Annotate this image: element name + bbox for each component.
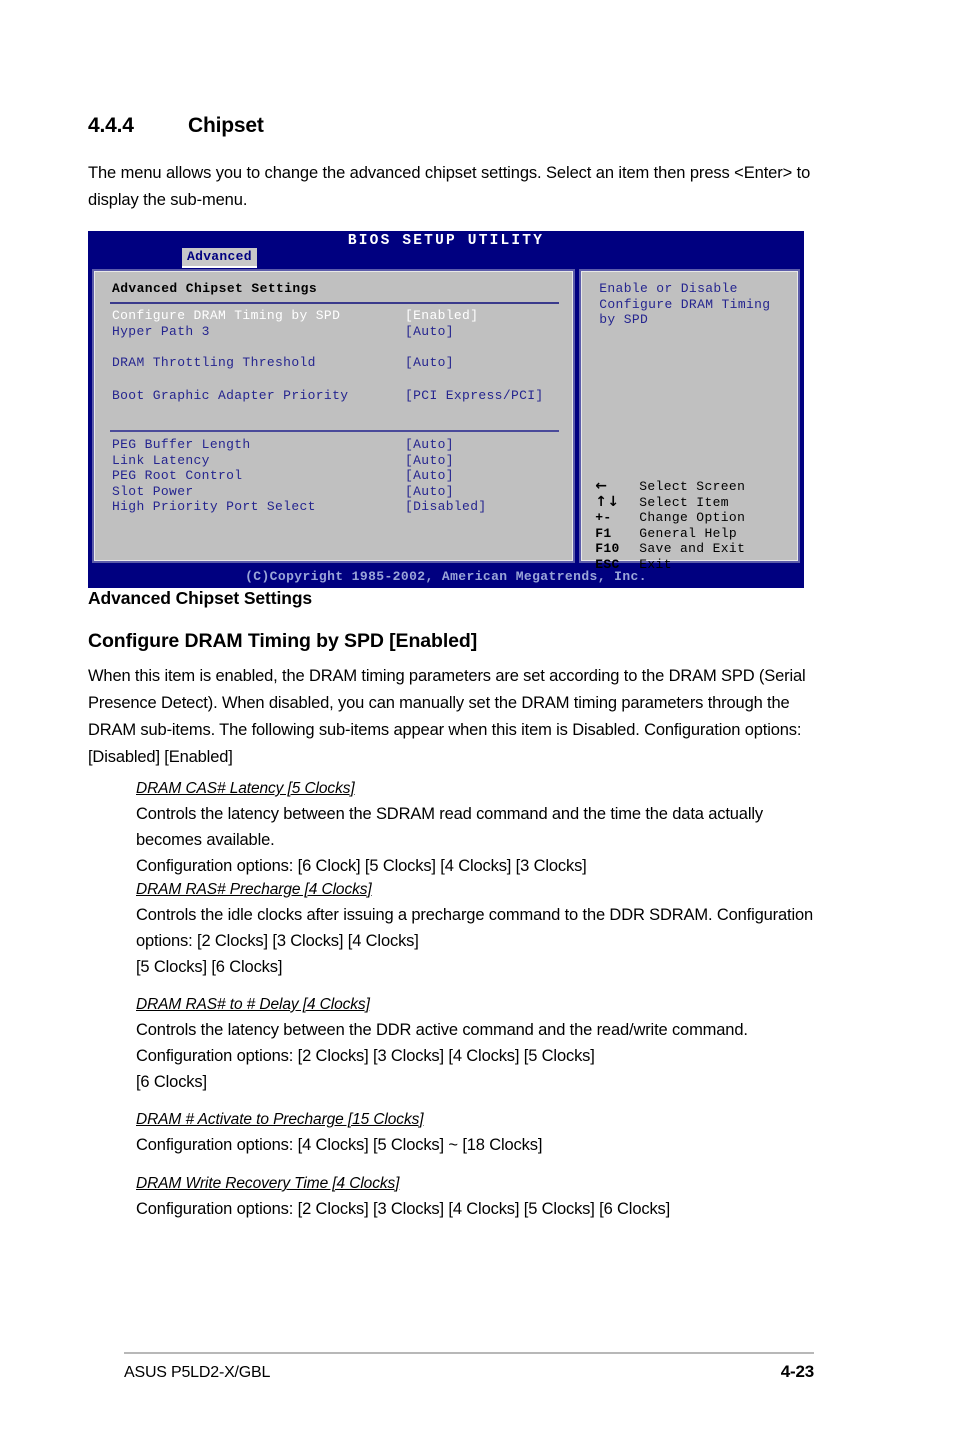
- subitem-body: Controls the latency between the SDRAM r…: [136, 805, 763, 875]
- legend-row: ← Select Screen: [581, 478, 798, 495]
- setting-row[interactable]: High Priority Port Select [Disabled]: [94, 499, 573, 515]
- footer-divider: [124, 1352, 814, 1354]
- settings-group-1: Configure DRAM Timing by SPD [Enabled] H…: [94, 308, 573, 370]
- page-title: 4.4.4 Chipset: [88, 114, 808, 138]
- setting-label: Boot Graphic Adapter Priority: [112, 388, 349, 404]
- bios-help-panel: Enable or Disable Configure DRAM Timing …: [579, 269, 800, 572]
- footer-product-name: ASUS P5LD2-X/GBL: [124, 1364, 271, 1381]
- subitem-dram-activate-to-precharge: DRAM # Activate to Precharge [15 Clocks]…: [136, 1108, 826, 1158]
- subitem-dram-ras-to-cas-delay: DRAM RAS# to # Delay [4 Clocks] Controls…: [136, 993, 826, 1095]
- setting-label: Link Latency: [112, 452, 210, 468]
- subitem-dram-ras-precharge: DRAM RAS# Precharge [4 Clocks] Controls …: [136, 878, 826, 980]
- legend-label: Save and Exit: [639, 541, 746, 557]
- settings-group-2: Boot Graphic Adapter Priority [PCI Expre…: [94, 388, 573, 404]
- section-number: 4.4.4: [88, 114, 134, 137]
- bios-titlebar: BIOS SETUP UTILITY Advanced: [88, 231, 804, 269]
- legend-row: ↑↓ Select Item: [581, 493, 798, 511]
- legend-label: Select Item: [639, 494, 729, 510]
- subitem-body: Controls the latency between the DDR act…: [136, 1021, 748, 1091]
- bios-key-legend: ← Select Screen ↑↓ Select Item +- Change…: [581, 478, 798, 573]
- legend-row: +- Change Option: [581, 510, 798, 526]
- setting-label: DRAM Throttling Threshold: [112, 354, 316, 370]
- setting-row[interactable]: Slot Power [Auto]: [94, 484, 573, 500]
- bios-body: Advanced Chipset Settings Configure DRAM…: [88, 269, 804, 572]
- bios-setup-screenshot: BIOS SETUP UTILITY Advanced Advanced Chi…: [88, 231, 804, 588]
- help-text: Enable or Disable Configure DRAM Timing …: [599, 281, 771, 328]
- divider: [110, 429, 560, 432]
- setting-row[interactable]: Link Latency [Auto]: [94, 453, 573, 469]
- legend-label: Select Screen: [639, 479, 746, 494]
- legend-row: ESC Exit: [581, 557, 798, 573]
- settings-group-3: PEG Buffer Length [Auto] Link Latency [A…: [94, 437, 573, 515]
- setting-value: [Auto]: [405, 483, 454, 499]
- setting-label: High Priority Port Select: [112, 499, 316, 515]
- setting-value: [Enabled]: [405, 308, 479, 323]
- setting-row[interactable]: Configure DRAM Timing by SPD [Enabled]: [94, 308, 573, 324]
- setting-label: PEG Buffer Length: [112, 436, 251, 452]
- paragraph-configure-dram-timing: When this item is enabled, the DRAM timi…: [88, 667, 806, 766]
- arrow-updown-icon: ↑↓: [595, 493, 620, 510]
- setting-label: Hyper Path 3: [112, 323, 210, 339]
- legend-row: F10 Save and Exit: [581, 541, 798, 557]
- bios-settings-panel: Advanced Chipset Settings Configure DRAM…: [92, 269, 576, 563]
- subitem-title: DRAM RAS# to # Delay [4 Clocks]: [136, 996, 370, 1013]
- setting-value: [Auto]: [405, 436, 454, 452]
- heading-advanced-chipset-settings: Advanced Chipset Settings: [88, 588, 313, 608]
- arrow-left-icon: ←: [595, 478, 608, 494]
- subitem-body: Configuration options: [4 Clocks] [5 Clo…: [136, 1136, 543, 1154]
- setting-value: [Disabled]: [405, 499, 487, 515]
- legend-label: General Help: [639, 525, 738, 541]
- setting-value: [Auto]: [405, 323, 454, 339]
- bios-panel-heading: Advanced Chipset Settings: [112, 281, 318, 296]
- setting-value: [Auto]: [405, 354, 454, 370]
- legend-row: F1 General Help: [581, 526, 798, 542]
- setting-value: [Auto]: [405, 452, 454, 468]
- subitem-title: DRAM Write Recovery Time [4 Clocks]: [136, 1175, 400, 1192]
- f10-key: F10: [595, 541, 620, 557]
- subitem-title: DRAM RAS# Precharge [4 Clocks]: [136, 881, 372, 898]
- subitem-dram-write-recovery-time: DRAM Write Recovery Time [4 Clocks] Conf…: [136, 1172, 826, 1222]
- subitem-title: DRAM # Activate to Precharge [15 Clocks]: [136, 1111, 424, 1128]
- footer-page-number: 4-23: [780, 1362, 814, 1381]
- plus-minus-key: +-: [595, 510, 612, 526]
- heading-configure-dram-timing: Configure DRAM Timing by SPD [Enabled]: [88, 630, 478, 652]
- f1-key: F1: [595, 525, 612, 541]
- intro-paragraph: The menu allows you to change the advanc…: [88, 164, 811, 209]
- setting-row[interactable]: PEG Root Control [Auto]: [94, 468, 573, 484]
- esc-key: ESC: [595, 556, 620, 572]
- setting-value: [Auto]: [405, 468, 454, 484]
- setting-label: PEG Root Control: [112, 468, 243, 484]
- subitem-title: DRAM CAS# Latency [5 Clocks]: [136, 780, 355, 797]
- divider: [110, 302, 560, 304]
- setting-label: Configure DRAM Timing by SPD: [112, 308, 341, 323]
- setting-value: [PCI Express/PCI]: [405, 388, 544, 404]
- legend-label: Exit: [639, 556, 672, 572]
- subitem-body: Controls the idle clocks after issuing a…: [136, 906, 814, 976]
- setting-label: Slot Power: [112, 483, 194, 499]
- setting-row[interactable]: DRAM Throttling Threshold [Auto]: [94, 355, 573, 371]
- section-title: Chipset: [188, 114, 264, 137]
- subitem-dram-cas-latency: DRAM CAS# Latency [5 Clocks] Controls th…: [136, 777, 826, 879]
- document-page: 4.4.4 Chipset The menu allows you to chan…: [0, 0, 954, 1438]
- setting-row[interactable]: Hyper Path 3 [Auto]: [94, 324, 573, 340]
- legend-label: Change Option: [639, 510, 746, 526]
- setting-row[interactable]: PEG Buffer Length [Auto]: [94, 437, 573, 453]
- subitem-body: Configuration options: [2 Clocks] [3 Clo…: [136, 1200, 671, 1218]
- tab-advanced[interactable]: Advanced: [182, 248, 257, 268]
- setting-row[interactable]: Boot Graphic Adapter Priority [PCI Expre…: [94, 388, 573, 404]
- bios-title: BIOS SETUP UTILITY: [347, 233, 545, 249]
